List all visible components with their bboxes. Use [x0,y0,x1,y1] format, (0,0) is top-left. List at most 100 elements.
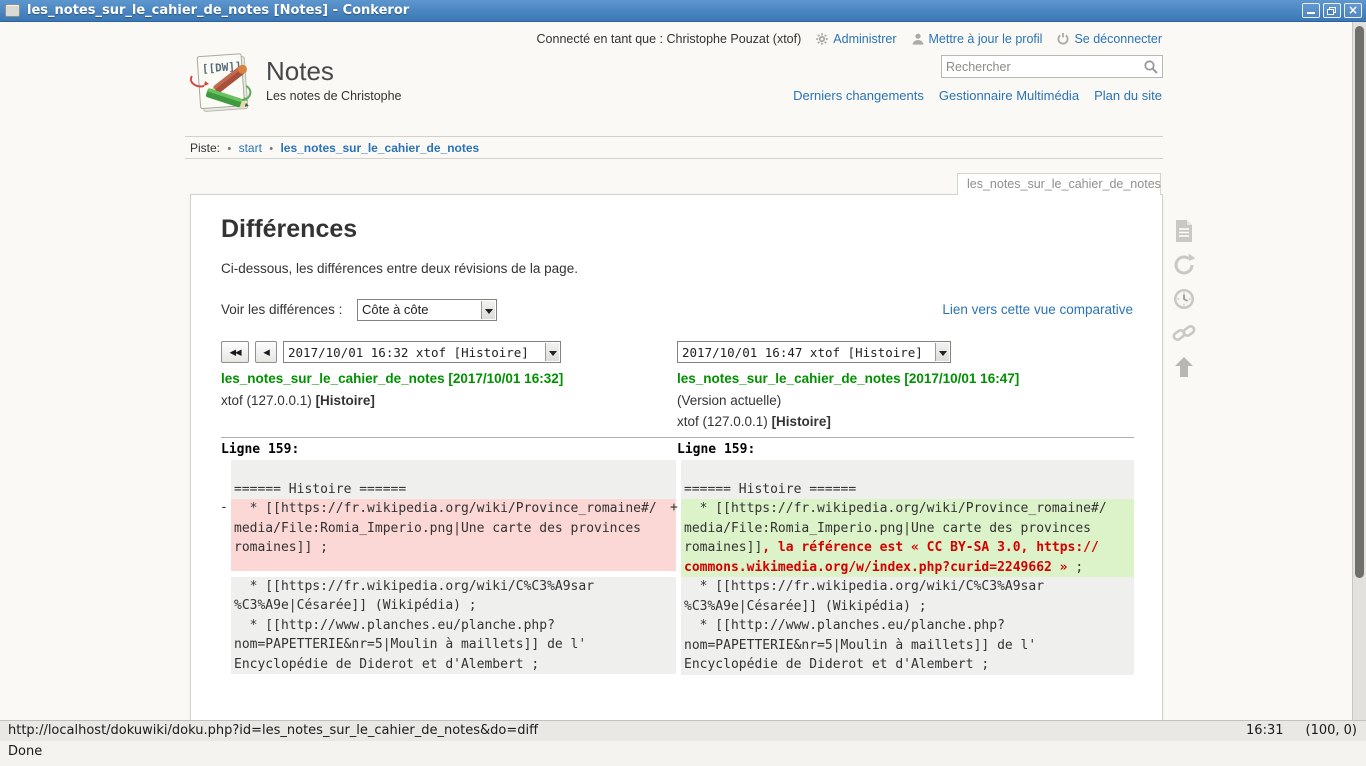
site-title[interactable]: Notes [266,56,334,87]
first-revision-button[interactable]: ◀◀ [221,341,249,363]
diff-line [234,460,676,480]
diff-intro: Ci-dessous, les différences entre deux r… [221,261,578,276]
admin-link[interactable]: Administrer [815,32,896,46]
right-revision-select[interactable]: 2017/10/01 16:47 xtof [Histoire] [677,341,951,363]
diff-line: %C3%A9e|Césarée]] (Wikipédia) ; [684,597,1134,617]
diff-line: nom=PAPETTERIE&nr=5|Moulin à maillets]] … [234,635,676,655]
diff-block-deleted: - * [[https://fr.wikipedia.org/wiki/Prov… [231,499,676,571]
diff-line: commons.wikimedia.org/w/index.php?curid=… [684,558,1134,578]
old-revisions-icon[interactable] [1171,286,1197,312]
diff-line [684,460,1134,480]
diff-line: %C3%A9e|Césarée]] (Wikipédia) ; [234,596,676,616]
chevron-down-icon [935,343,949,361]
left-line-header: Ligne 159: [221,442,299,457]
diff-block-context: ====== Histoire ====== [231,460,676,499]
power-icon [1056,32,1070,46]
right-line-header: Ligne 159: [677,442,755,457]
diff-view-select[interactable]: Côte à côte [357,299,497,321]
page-title: Différences [221,215,357,244]
right-revision-header: les_notes_sur_le_cahier_de_notes [2017/1… [677,371,1117,435]
diff-column-right: ====== Histoire ======+ * [[https://fr.w… [681,460,1134,675]
chevron-down-icon [481,301,495,319]
minibuffer: Done [0,741,1366,766]
previous-revision-button[interactable]: ◀ [255,341,277,363]
window-titlebar: les_notes_sur_le_cahier_de_notes [Notes]… [0,0,1366,22]
right-revision-meta: xtof (127.0.0.1) [Histoire] [677,414,1117,429]
breadcrumb-separator: • [269,143,273,155]
right-revision-select-value: 2017/10/01 16:47 xtof [Histoire] [682,345,923,360]
left-revision-meta: xtof (127.0.0.1) [Histoire] [221,393,661,408]
status-url: http://localhost/dokuwiki/doku.php?id=le… [8,721,538,741]
page-source-icon[interactable] [1171,218,1197,244]
diff-line: ====== Histoire ====== [234,480,676,500]
diff-line: media/File:Romia_Imperio.png|Une carte d… [684,519,1134,539]
page-tools-sidebar [1171,218,1199,380]
breadcrumb-separator: • [227,143,231,155]
breadcrumb-start-link[interactable]: start [239,141,262,155]
window-app-icon [5,4,20,17]
close-icon: × [1345,3,1361,18]
dokuwiki-logo[interactable]: [[DW]] [190,50,258,116]
site-tagline: Les notes de Christophe [266,89,402,103]
diff-line: Encyclopédie de Diderot et d'Alembert ; [234,655,676,675]
user-icon [911,32,925,46]
conkeror-window: les_notes_sur_le_cahier_de_notes [Notes]… [0,0,1366,766]
search-input[interactable] [942,56,1140,77]
diff-line: * [[http://www.planches.eu/planche.php? [684,616,1134,636]
restore-button[interactable] [1323,3,1341,18]
window-title: les_notes_sur_le_cahier_de_notes [Notes]… [27,3,409,18]
minimize-button[interactable] [1302,3,1320,18]
diff-column-left: ====== Histoire ======- * [[https://fr.w… [231,460,676,674]
diff-line: ====== Histoire ====== [684,480,1134,500]
compare-view-link[interactable]: Lien vers cette vue comparative [942,302,1133,317]
left-revision-link[interactable]: les_notes_sur_le_cahier_de_notes [2017/1… [221,371,661,386]
status-bar: http://localhost/dokuwiki/doku.php?id=le… [0,720,1366,741]
recent-changes-link[interactable]: Derniers changements [793,88,924,103]
status-clock: 16:31 [1246,721,1283,741]
diff-block-context: ====== Histoire ====== [681,460,1134,499]
diff-line: media/File:Romia_Imperio.png|Une carte d… [234,519,676,539]
browser-viewport: Connecté en tant que : Christophe Pouzat… [0,22,1366,720]
update-profile-link[interactable]: Mettre à jour le profil [911,32,1043,46]
breadcrumb-label: Piste: [190,141,220,155]
content-panel: Différences Ci-dessous, les différences … [190,194,1163,720]
diff-marker: + [670,500,678,515]
close-button[interactable]: × [1344,3,1362,18]
right-revision-current: (Version actuelle) [677,393,1117,408]
scrollbar[interactable] [1352,22,1366,720]
logout-link[interactable]: Se déconnecter [1056,32,1162,46]
back-to-top-icon[interactable] [1171,354,1197,380]
diff-line: * [[https://fr.wikipedia.org/wiki/C%C3%A… [684,577,1134,597]
left-revision-select[interactable]: 2017/10/01 16:32 xtof [Histoire] [283,341,561,363]
diff-line: * [[http://www.planches.eu/planche.php? [234,616,676,636]
scrollbar-thumb[interactable] [1355,26,1364,578]
backlinks-icon[interactable] [1171,320,1197,346]
diff-view-select-value: Côte à côte [362,302,429,317]
media-manager-link[interactable]: Gestionnaire Multimédia [939,88,1079,103]
revert-icon[interactable] [1171,252,1197,278]
right-revision-link[interactable]: les_notes_sur_le_cahier_de_notes [2017/1… [677,371,1117,386]
diff-line [234,558,676,571]
diff-line: nom=PAPETTERIE&nr=5|Moulin à maillets]] … [684,636,1134,656]
sitemap-link[interactable]: Plan du site [1094,88,1162,103]
left-revision-header: les_notes_sur_le_cahier_de_notes [2017/1… [221,371,661,414]
gear-icon [815,32,829,46]
diff-line: * [[https://fr.wikipedia.org/wiki/Provin… [684,499,1134,519]
diff-line: * [[https://fr.wikipedia.org/wiki/C%C3%A… [234,577,676,597]
minimize-icon [1307,12,1315,14]
search-box [941,55,1163,78]
page-name-tab: les_notes_sur_le_cahier_de_notes [957,173,1161,195]
status-scroll-position: (100, 0) [1306,721,1358,741]
breadcrumb: Piste: • start • les_notes_sur_le_cahier… [185,136,1163,159]
diff-line: romaines]] ; [234,538,676,558]
search-icon[interactable] [1143,59,1159,75]
breadcrumb-current-link[interactable]: les_notes_sur_le_cahier_de_notes [280,141,479,155]
diff-line: * [[https://fr.wikipedia.org/wiki/Provin… [234,499,676,519]
diff-block-added: + * [[https://fr.wikipedia.org/wiki/Prov… [681,499,1134,577]
diff-marker: - [220,500,228,515]
diff-line: romaines]], la référence est « CC BY-SA … [684,538,1134,558]
logged-in-status: Connecté en tant que : Christophe Pouzat… [537,32,802,46]
site-nav: Derniers changements Gestionnaire Multim… [793,88,1162,103]
view-diff-label: Voir les différences : [221,302,342,317]
user-row: Connecté en tant que : Christophe Pouzat… [537,32,1162,46]
